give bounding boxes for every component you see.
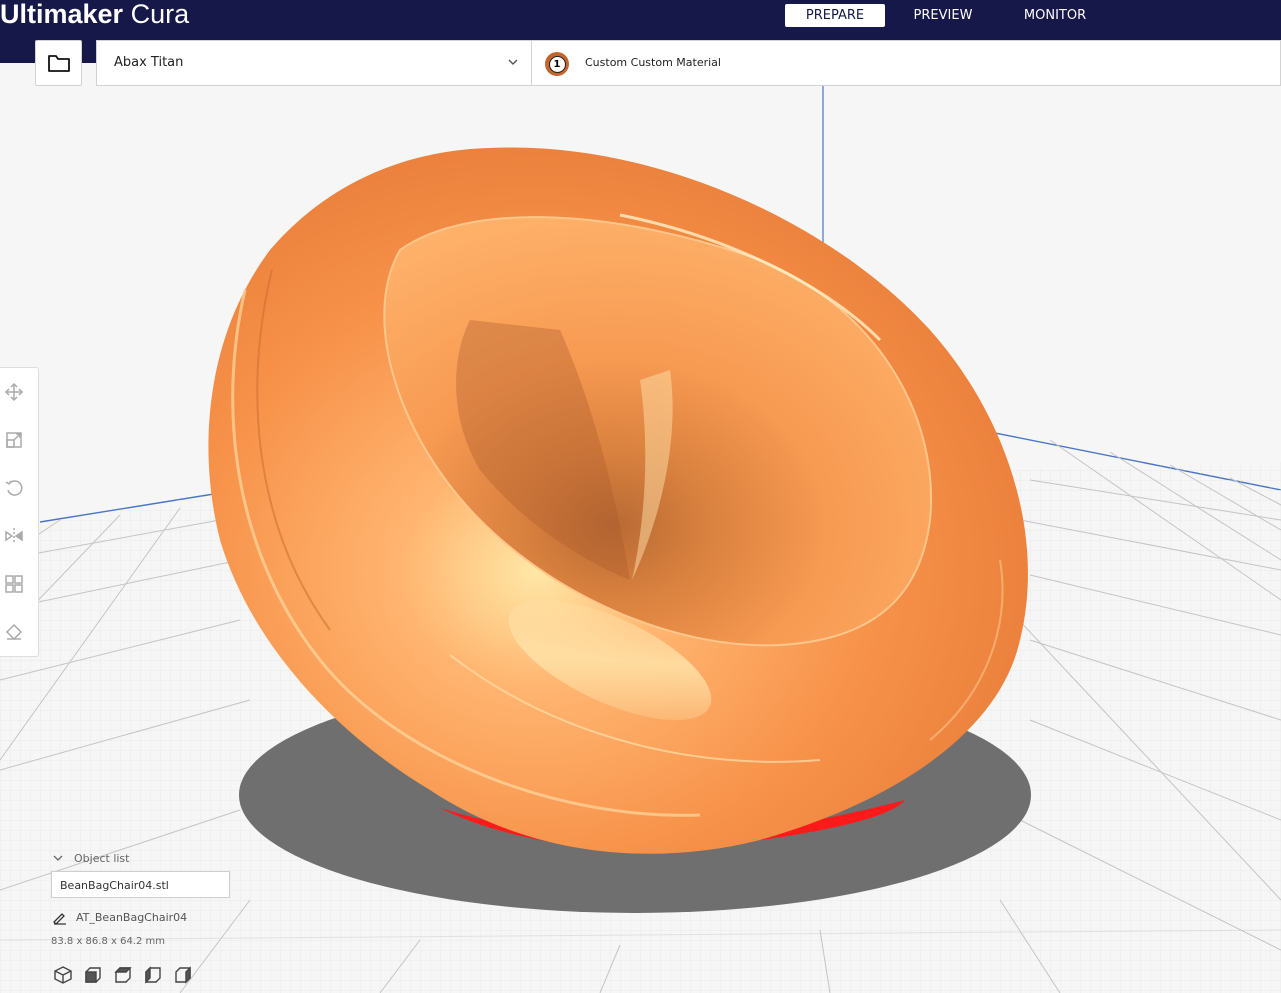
open-file-button[interactable]: [35, 40, 82, 86]
job-name-label: AT_BeanBagChair04: [76, 911, 188, 924]
rotate-icon: [5, 480, 23, 496]
right-view-icon: [175, 966, 191, 984]
view-left-button[interactable]: [142, 964, 164, 986]
chevron-down-icon: [508, 59, 518, 65]
model-dimensions: 83.8 x 86.8 x 64.2 mm: [51, 936, 166, 947]
pencil-icon: [53, 913, 66, 925]
printer-selector[interactable]: Abax Titan: [96, 40, 532, 86]
extruder-number: 1: [548, 55, 566, 73]
mirror-icon: [5, 528, 23, 544]
mirror-tool-button[interactable]: [2, 524, 26, 548]
material-selector[interactable]: 1 Custom Custom Material: [531, 40, 1281, 86]
object-list-label: Object list: [74, 852, 130, 865]
top-view-icon: [114, 967, 132, 983]
3d-view-icon: [54, 966, 72, 984]
viewport-3d[interactable]: [0, 0, 1281, 993]
support-blocker-icon: [5, 623, 23, 641]
per-model-settings-button[interactable]: [2, 572, 26, 596]
left-view-icon: [145, 966, 161, 984]
view-top-button[interactable]: [112, 964, 134, 986]
material-name: Custom Custom Material: [585, 56, 721, 69]
scale-icon: [6, 432, 22, 448]
per-model-settings-icon: [5, 575, 23, 593]
header-bar: Ultimaker Cura PREPARE PREVIEW MONITOR: [0, 0, 1281, 39]
extruder-badge: 1: [545, 52, 569, 76]
app-logo-light: Cura: [123, 0, 190, 29]
tab-preview[interactable]: PREVIEW: [903, 4, 983, 27]
move-tool-button[interactable]: [2, 380, 26, 404]
printer-name: Abax Titan: [114, 55, 184, 70]
view-right-button[interactable]: [172, 964, 194, 986]
job-name[interactable]: AT_BeanBagChair04: [52, 911, 187, 925]
support-blocker-button[interactable]: [2, 620, 26, 644]
view-front-button[interactable]: [82, 964, 104, 986]
app-logo-bold: Ultimaker: [0, 0, 124, 29]
object-list-item[interactable]: BeanBagChair04.stl: [51, 871, 230, 898]
app-logo: Ultimaker Cura: [0, 0, 189, 31]
tool-panel: [0, 367, 39, 657]
move-icon: [4, 382, 24, 402]
tab-prepare[interactable]: PREPARE: [785, 4, 885, 27]
folder-icon: [47, 55, 70, 72]
tab-monitor[interactable]: MONITOR: [1012, 4, 1098, 27]
rotate-tool-button[interactable]: [2, 476, 26, 500]
object-list-toggle[interactable]: Object list: [52, 852, 129, 865]
chevron-down-icon: [53, 855, 63, 861]
view-3d-button[interactable]: [52, 964, 74, 986]
scale-tool-button[interactable]: [2, 428, 26, 452]
front-view-icon: [85, 967, 101, 983]
